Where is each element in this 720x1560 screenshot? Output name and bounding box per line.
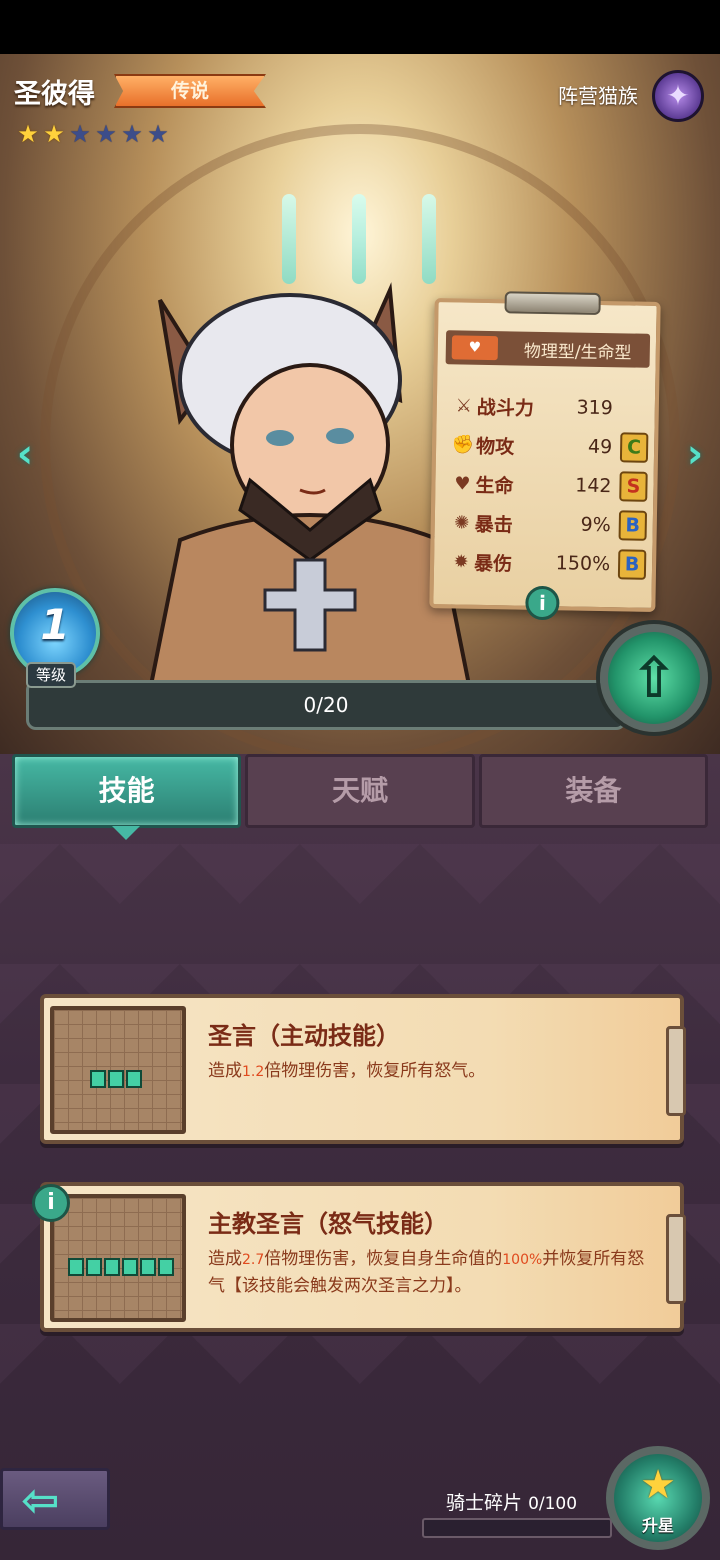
star-icon: ★ xyxy=(640,1462,676,1508)
star-filled-icon: ★ xyxy=(43,120,65,148)
stat-label: 生命 xyxy=(475,474,514,497)
stat-grade: B xyxy=(617,549,647,580)
status-bar xyxy=(0,0,720,54)
exp-bar: 0/20 xyxy=(26,680,626,730)
skill-block xyxy=(86,1258,102,1276)
stat-grade: S xyxy=(619,471,648,502)
hero-name: 圣彼得 xyxy=(14,79,95,110)
stat-value: 150% xyxy=(555,552,611,576)
crit-damage-icon: ✹ xyxy=(453,550,469,573)
stat-row: ✊ 物攻 49 C xyxy=(450,427,651,464)
bottom-panel xyxy=(0,754,720,1560)
faction-label: 阵营猫族 xyxy=(558,84,638,108)
stat-label: 暴伤 xyxy=(473,552,513,575)
prev-hero-button[interactable]: ‹ xyxy=(8,432,42,476)
skill-block xyxy=(108,1070,124,1088)
clipboard-clip xyxy=(504,291,601,315)
heart-icon: ♥ xyxy=(454,472,471,495)
star-up-label: 升星 xyxy=(641,1516,674,1535)
exp-text: 0/20 xyxy=(303,693,349,717)
broken-heart-icon: ♥ xyxy=(451,335,499,361)
level-number: 1 xyxy=(40,600,70,649)
active-tab-pointer xyxy=(112,826,140,840)
back-button[interactable]: ⇦ xyxy=(0,1468,110,1530)
level-up-button[interactable]: ⇧ xyxy=(600,624,708,732)
skill-shape-grid xyxy=(50,1006,186,1134)
skill-block xyxy=(68,1258,84,1276)
tab-skills[interactable]: 技能 xyxy=(12,754,242,828)
skill-title: 圣言（主动技能） xyxy=(208,1022,400,1050)
star-up-button[interactable]: ★ 升星 xyxy=(606,1446,710,1550)
star-rating: ★ ★ ★ ★ ★ ★ xyxy=(16,120,170,148)
skill-shape-grid xyxy=(50,1194,186,1322)
stat-label: 暴击 xyxy=(474,513,513,536)
stat-value: 9% xyxy=(580,513,611,537)
fish-bone-icon[interactable]: ✦ xyxy=(652,70,704,122)
stat-value: 319 xyxy=(576,396,614,420)
next-hero-button[interactable]: › xyxy=(678,432,712,476)
card-clip xyxy=(666,1026,686,1116)
tab-bar: 技能 天赋 装备 xyxy=(12,754,708,830)
card-clip xyxy=(666,1214,686,1304)
shards-label: 骑士碎片 0/100 xyxy=(446,1492,578,1514)
skill-info-button[interactable]: i xyxy=(32,1184,70,1222)
stat-row: ⚔ 战斗力 319 xyxy=(451,388,652,425)
skill-block xyxy=(90,1070,106,1088)
stat-label: 战斗力 xyxy=(476,396,535,420)
skill-description: 造成2.7倍物理伤害，恢复自身生命值的100%并恢复所有怒气【该技能会触发两次圣… xyxy=(208,1249,645,1296)
tab-talents[interactable]: 天赋 xyxy=(245,754,475,828)
skill-block xyxy=(122,1258,138,1276)
skill-block xyxy=(126,1070,142,1088)
stat-row: ✹ 暴伤 150% B xyxy=(448,544,649,581)
stat-value: 49 xyxy=(587,435,613,459)
rarity-badge: 传说 xyxy=(114,74,266,108)
fist-icon: ✊ xyxy=(451,433,475,456)
star-empty-icon: ★ xyxy=(95,120,117,148)
stat-value: 142 xyxy=(575,474,612,498)
crit-icon: ✺ xyxy=(454,511,470,534)
skill-description: 造成1.2倍物理伤害，恢复所有怒气。 xyxy=(208,1061,486,1081)
skill-title: 主教圣言（怒气技能） xyxy=(208,1210,448,1238)
stat-row: ♥ 生命 142 S xyxy=(449,466,650,503)
skill-card-active[interactable]: 圣言（主动技能） 造成1.2倍物理伤害，恢复所有怒气。 xyxy=(40,994,686,1144)
skill-block xyxy=(158,1258,174,1276)
skill-block xyxy=(140,1258,156,1276)
level-label: 等级 xyxy=(26,662,76,688)
star-empty-icon: ★ xyxy=(69,120,91,148)
stat-label: 物攻 xyxy=(475,435,515,458)
tab-equipment[interactable]: 装备 xyxy=(478,754,708,828)
skill-block xyxy=(104,1258,120,1276)
arrow-left-icon: ⇦ xyxy=(21,1473,60,1527)
stats-card: ♥ 物理型/生命型 ⚔ 战斗力 319 ✊ 物攻 49 C ♥ 生命 142 S ✺ 暴击 9% B ✹ 暴伤 1… xyxy=(429,291,661,621)
stat-grade: B xyxy=(618,510,648,541)
crossed-swords-icon: ⚔ xyxy=(455,394,473,417)
shards-count: 0/100 xyxy=(528,1494,578,1514)
skill-card-rage[interactable]: 主教圣言（怒气技能） 造成2.7倍物理伤害，恢复自身生命值的100%并恢复所有怒… xyxy=(40,1182,686,1332)
stat-row: ✺ 暴击 9% B xyxy=(449,505,650,542)
stats-header: ♥ 物理型/生命型 xyxy=(445,330,651,368)
star-filled-icon: ★ xyxy=(17,120,39,148)
arrow-up-icon: ⇧ xyxy=(630,646,678,711)
star-empty-icon: ★ xyxy=(147,120,169,148)
star-empty-icon: ★ xyxy=(121,120,143,148)
stat-grade: C xyxy=(619,432,649,463)
hero-type: 物理型/生命型 xyxy=(523,341,632,363)
shards-progress-bar xyxy=(422,1518,612,1538)
